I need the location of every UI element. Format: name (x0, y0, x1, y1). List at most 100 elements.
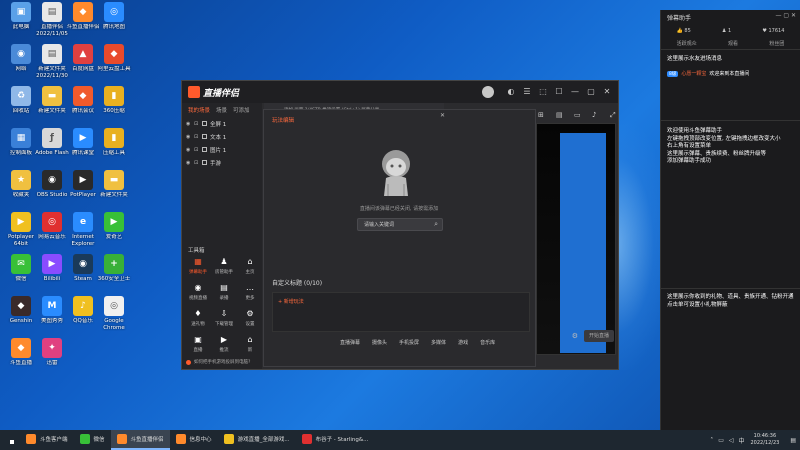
desktop-icon-label: 360安全卫士 (97, 276, 131, 282)
tab-active-viewers[interactable]: 活跃观众 (677, 40, 697, 47)
start-button[interactable] (0, 430, 20, 450)
toolbox-item[interactable]: ▦ 弹幕助手 (186, 257, 210, 279)
toolbox-item[interactable]: ▤ 录播 (212, 283, 236, 305)
add-game-source[interactable]: 游戏 (458, 339, 468, 346)
toolbox-item[interactable]: ♦ 送礼物 (186, 309, 210, 331)
danmaku-panel-header[interactable]: 弹幕助手 — ▢ ✕ (661, 10, 800, 24)
visibility-eye-icon[interactable]: ◉ (186, 121, 194, 127)
desktop-icon[interactable]: +360安全卫士 (95, 254, 133, 296)
desktop-icon[interactable]: ▮ 360压缩 (95, 86, 133, 128)
panel-window-controls[interactable]: — ▢ ✕ (775, 12, 796, 19)
taskbar-app-icon (301, 434, 312, 444)
toolbox-item[interactable]: ⌂ 新 (238, 335, 262, 357)
tab-scenes[interactable]: 场景 (216, 106, 227, 114)
add-media-source[interactable]: 多媒体 (431, 339, 446, 346)
clock[interactable]: 10:46:36 2022/12/23 (751, 433, 780, 447)
add-camera-source[interactable]: 摄像头 (372, 339, 387, 346)
user-avatar[interactable] (482, 86, 494, 98)
toolbox-item[interactable]: ▣ 直播 (186, 335, 210, 357)
heat-count: ♥ 17614 (762, 28, 785, 34)
taskbar-app[interactable]: 微信 (74, 430, 111, 450)
notification-icon[interactable]: ▤ (790, 437, 796, 444)
desktop-app-icon: ◆ (11, 338, 31, 358)
toolbox-item[interactable]: ♟ 房管助手 (212, 257, 236, 279)
skin-icon[interactable]: ◐ (504, 85, 518, 99)
tab-fan-club[interactable]: 粉丝团 (769, 40, 784, 47)
search-icon[interactable]: ⌕ (434, 220, 438, 229)
desktop-app-icon: ▦ (11, 128, 31, 148)
taskbar-app-icon (116, 434, 127, 444)
toolbox-item[interactable]: ◉ 视频直播 (186, 283, 210, 305)
taskbar-app[interactable]: 布谷子 - Starling&... (296, 430, 375, 450)
source-list: ◉ ⊡ 全屏 1 ◉ ⊡ 文本 1 ◉ ⊡ 图片 1 ◉ ⊡ 手游 (182, 117, 262, 169)
toolbox-item[interactable]: ⌂ 主页 (238, 257, 262, 279)
desktop-icon-label: 迅雷 (46, 360, 58, 366)
taskbar-app[interactable]: 信息中心 (170, 430, 218, 450)
toolbox-item[interactable]: ▶ 推流 (212, 335, 236, 357)
add-music-source[interactable]: 音乐库 (480, 339, 495, 346)
minimize-icon[interactable]: — (568, 85, 582, 99)
taskbar-app[interactable]: 斗鱼直播伴侣 (110, 430, 170, 450)
source-item[interactable]: ◉ ⊡ 手游 (182, 156, 262, 169)
source-item[interactable]: ◉ ⊡ 图片 1 (182, 143, 262, 156)
tab-watching[interactable]: 观看 (728, 40, 738, 47)
tool-label: 新 (247, 348, 253, 353)
layout-icon[interactable]: ▤ (556, 111, 568, 120)
viewer-count: ♟ 1 (721, 28, 732, 34)
menu-icon[interactable]: ☰ (520, 85, 534, 99)
ime-icon[interactable]: 中 (738, 436, 744, 445)
desktop-icon[interactable]: ◎ Google Chrome (95, 296, 133, 338)
dialog-close-icon[interactable]: ✕ (440, 112, 445, 119)
tool-label: 推流 (219, 348, 229, 353)
fullscreen-icon[interactable]: ⤢ (610, 111, 622, 120)
lock-icon[interactable]: ⊡ (194, 147, 202, 153)
desktop-icon-label: 腾讯地图 (102, 24, 125, 30)
volume-icon[interactable]: ◁ (729, 437, 734, 444)
viewer-stats: 👍 85 ♟ 1 ♥ 17614 (661, 24, 800, 38)
desktop-app-icon: ✉ (11, 254, 31, 274)
visibility-eye-icon[interactable]: ◉ (186, 134, 194, 140)
lock-icon[interactable]: ⊡ (194, 134, 202, 140)
lock-icon[interactable]: ⊞ (538, 111, 550, 120)
toolbox-item[interactable]: ⇩ 下载管理 (212, 309, 236, 331)
bell-icon[interactable]: ♪ (592, 111, 604, 120)
desktop-icon[interactable]: ◆ 阿里云盘工具 (95, 44, 133, 86)
tab-addable[interactable]: 可添加 (233, 106, 250, 114)
mobile-cast-hint[interactable]: 如何把手机游戏投屏到电脑? (186, 359, 250, 365)
settings-gear-icon[interactable]: ⚙ (572, 332, 578, 340)
source-item[interactable]: ◉ ⊡ 全屏 1 (182, 117, 262, 130)
close-icon[interactable]: ✕ (600, 85, 614, 99)
add-phone-cast-source[interactable]: 手机投屏 (399, 339, 419, 346)
compact-icon[interactable]: ⬚ (536, 85, 550, 99)
desktop-icon[interactable]: ▶ 爱奇艺 (95, 212, 133, 254)
desktop-icon[interactable]: ▬ 新建文件夹 (95, 170, 133, 212)
windows-taskbar: 斗鱼客户端 微信 斗鱼直播伴侣 信息中心 游戏直播_全部游戏... 布谷子 - Starl… (0, 430, 800, 450)
app-titlebar[interactable]: 直播伴侣 ◐ ☰ ⬚ ☐ — ▢ ✕ (182, 81, 618, 103)
visibility-eye-icon[interactable]: ◉ (186, 147, 194, 153)
keyword-search-input[interactable]: 请输入关键词 ⌕ (357, 218, 443, 231)
clock-date: 2022/12/23 (750, 440, 780, 446)
taskbar-app[interactable]: 斗鱼客户端 (20, 430, 74, 450)
lock-icon[interactable]: ⊡ (194, 160, 202, 166)
network-icon[interactable]: ▭ (718, 437, 724, 444)
desktop-icon[interactable]: ✦ 迅雷 (33, 338, 71, 380)
add-danmaku-source[interactable]: 直播弹幕 (340, 339, 360, 346)
toolbox-item[interactable]: … 更多 (238, 283, 262, 305)
tool-icon: ⇩ (220, 309, 228, 318)
visibility-eye-icon[interactable]: ◉ (186, 160, 194, 166)
maximize-icon[interactable]: ▢ (584, 85, 598, 99)
lock-icon[interactable]: ⊡ (194, 121, 202, 127)
taskbar-app-label: 斗鱼客户端 (40, 437, 68, 443)
window-icon[interactable]: ☐ (552, 85, 566, 99)
taskbar-app[interactable]: 游戏直播_全部游戏... (218, 430, 296, 450)
tool-icon: ▦ (194, 257, 202, 266)
source-item[interactable]: ◉ ⊡ 文本 1 (182, 130, 262, 143)
tab-my-scenes[interactable]: 我的场景 (188, 106, 210, 114)
toolbox-item[interactable]: ⚙ 设置 (238, 309, 262, 331)
tray-up-arrow-icon[interactable]: ˄ (710, 437, 713, 444)
go-live-button[interactable]: 开始直播 (584, 330, 614, 342)
desktop-icon[interactable]: ◎ 腾讯地图 (95, 2, 133, 44)
add-gameplay-button[interactable]: + 新增玩法 (278, 298, 304, 305)
screen-icon[interactable]: ▭ (574, 111, 586, 120)
desktop-icon[interactable]: ▮ 压缩工具 (95, 128, 133, 170)
